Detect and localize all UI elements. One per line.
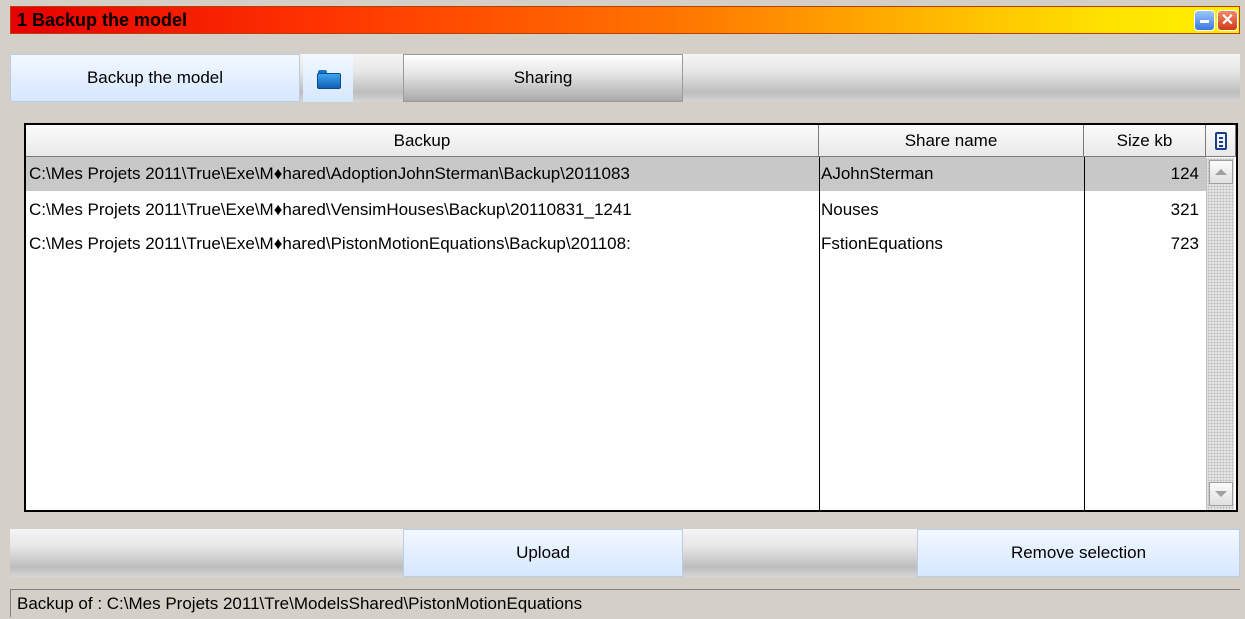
scroll-down-button[interactable] — [1209, 482, 1233, 506]
backup-model-button[interactable]: Backup the model — [10, 54, 300, 102]
table-row[interactable]: C:\Mes Projets 2011\True\Exe\M♦hared\Pis… — [26, 227, 1206, 261]
browse-folder-button[interactable] — [303, 54, 353, 102]
cell-size: 124 — [1170, 164, 1199, 183]
column-header-share-name[interactable]: Share name — [819, 125, 1084, 157]
cell-backup: C:\Mes Projets 2011\True\Exe\M♦hared\Ado… — [29, 164, 630, 183]
close-icon[interactable]: ✕ — [1217, 10, 1238, 31]
remove-selection-button[interactable]: Remove selection — [917, 529, 1240, 577]
chevron-up-icon — [1215, 169, 1227, 175]
column-chooser-button[interactable] — [1206, 125, 1236, 157]
status-bar: Backup of : C:\Mes Projets 2011\Tre\Mode… — [10, 589, 1240, 617]
top-toolbar: Backup the model Sharing — [10, 54, 1240, 102]
action-bar: Upload Remove selection — [10, 529, 1240, 577]
folder-icon — [317, 69, 341, 89]
sharing-button[interactable]: Sharing — [403, 54, 683, 102]
scroll-up-button[interactable] — [1209, 160, 1233, 184]
cell-share-name: AJohnSterman — [821, 164, 934, 183]
sharing-label: Sharing — [513, 68, 573, 87]
column-chooser-icon — [1214, 131, 1227, 150]
column-divider — [1084, 157, 1085, 510]
chevron-down-icon — [1215, 491, 1227, 497]
remove-selection-label: Remove selection — [1010, 543, 1147, 562]
column-divider — [819, 157, 820, 510]
column-header-size[interactable]: Size kb — [1084, 125, 1206, 157]
cell-size: 321 — [1170, 200, 1199, 219]
cell-backup: C:\Mes Projets 2011\True\Exe\M♦hared\Ven… — [29, 200, 632, 219]
minimize-icon[interactable] — [1194, 10, 1215, 31]
vertical-scrollbar[interactable] — [1206, 158, 1234, 510]
window-title: 1 Backup the model — [17, 10, 188, 30]
title-bar: 1 Backup the model ✕ — [10, 6, 1240, 34]
table-row[interactable]: C:\Mes Projets 2011\True\Exe\M♦hared\Ado… — [26, 157, 1206, 191]
cell-share-name: Nouses — [821, 200, 879, 219]
backup-list-panel: Backup Share name Size kb C:\Mes Projets… — [24, 123, 1238, 512]
cell-share-name: FstionEquations — [821, 234, 943, 253]
upload-label: Upload — [516, 543, 570, 562]
column-header-backup[interactable]: Backup — [26, 125, 819, 157]
upload-button[interactable]: Upload — [403, 529, 683, 577]
table-row[interactable]: C:\Mes Projets 2011\True\Exe\M♦hared\Ven… — [26, 193, 1206, 227]
status-text: Backup of : C:\Mes Projets 2011\Tre\Mode… — [17, 594, 583, 613]
cell-size: 723 — [1170, 234, 1199, 253]
cell-backup: C:\Mes Projets 2011\True\Exe\M♦hared\Pis… — [29, 234, 631, 253]
backup-model-label: Backup the model — [86, 68, 224, 87]
